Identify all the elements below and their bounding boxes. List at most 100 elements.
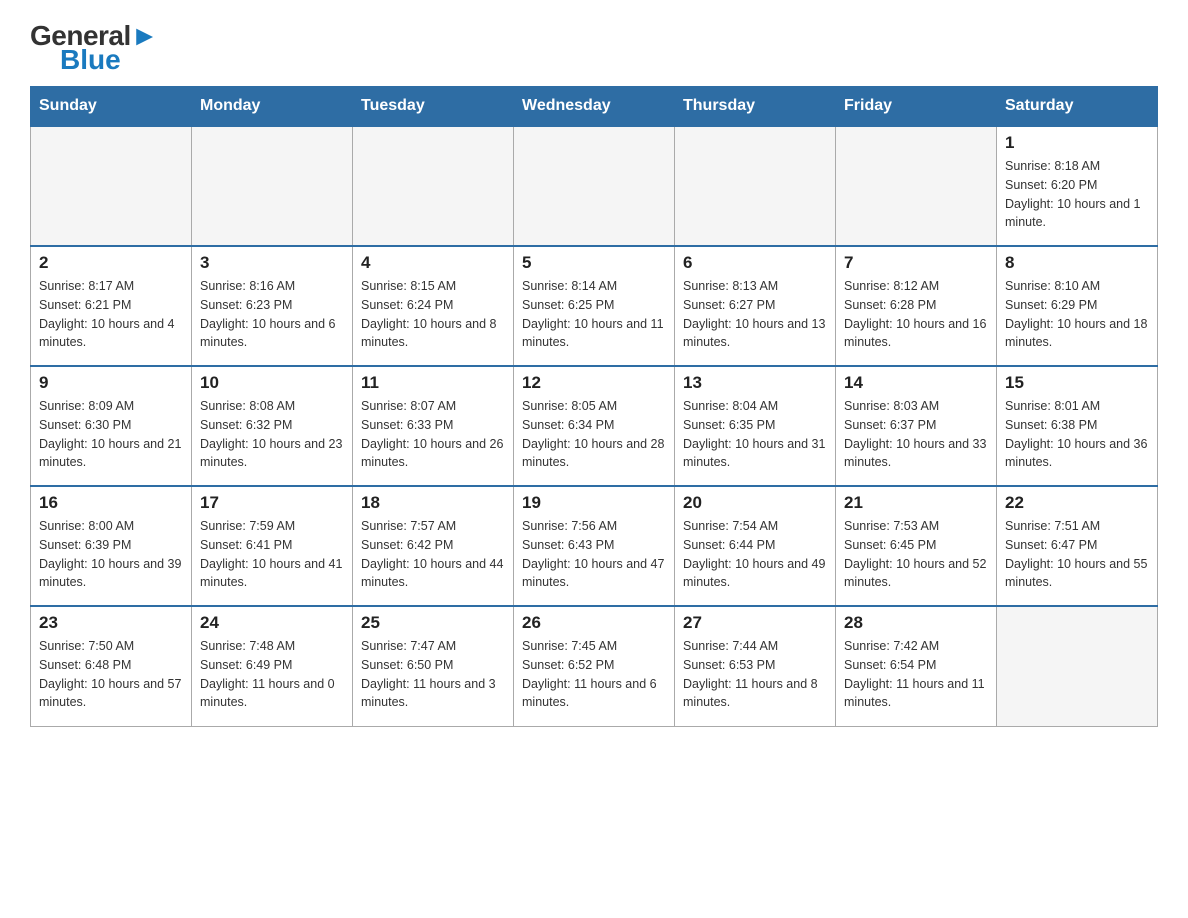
week-row-4: 16 Sunrise: 8:00 AMSunset: 6:39 PMDayligh… [31,486,1158,606]
day-info: Sunrise: 7:51 AMSunset: 6:47 PMDaylight:… [1005,517,1149,592]
day-number: 19 [522,493,666,513]
day-info: Sunrise: 8:12 AMSunset: 6:28 PMDaylight:… [844,277,988,352]
day-number: 20 [683,493,827,513]
calendar-cell: 24 Sunrise: 7:48 AMSunset: 6:49 PMDayligh… [192,606,353,726]
column-header-monday: Monday [192,87,353,127]
day-info: Sunrise: 8:10 AMSunset: 6:29 PMDaylight:… [1005,277,1149,352]
calendar-cell [31,126,192,246]
day-info: Sunrise: 7:50 AMSunset: 6:48 PMDaylight:… [39,637,183,712]
calendar-cell: 9 Sunrise: 8:09 AMSunset: 6:30 PMDaylight… [31,366,192,486]
column-header-friday: Friday [836,87,997,127]
day-info: Sunrise: 8:17 AMSunset: 6:21 PMDaylight:… [39,277,183,352]
calendar-cell: 11 Sunrise: 8:07 AMSunset: 6:33 PMDayligh… [353,366,514,486]
logo-blue-text: Blue [60,44,121,76]
calendar-cell [514,126,675,246]
day-number: 25 [361,613,505,633]
calendar-cell: 26Sunrise: 7:45 AMSunset: 6:52 PMDayligh… [514,606,675,726]
day-number: 14 [844,373,988,393]
day-info: Sunrise: 7:59 AMSunset: 6:41 PMDaylight:… [200,517,344,592]
day-number: 17 [200,493,344,513]
day-number: 2 [39,253,183,273]
day-info: Sunrise: 7:56 AMSunset: 6:43 PMDaylight:… [522,517,666,592]
day-info: Sunrise: 7:53 AMSunset: 6:45 PMDaylight:… [844,517,988,592]
day-info: Sunrise: 8:14 AMSunset: 6:25 PMDaylight:… [522,277,666,352]
calendar-cell: 20 Sunrise: 7:54 AMSunset: 6:44 PMDayligh… [675,486,836,606]
column-header-tuesday: Tuesday [353,87,514,127]
day-info: Sunrise: 8:09 AMSunset: 6:30 PMDaylight:… [39,397,183,472]
day-info: Sunrise: 8:07 AMSunset: 6:33 PMDaylight:… [361,397,505,472]
calendar-cell [353,126,514,246]
day-number: 5 [522,253,666,273]
day-info: Sunrise: 7:54 AMSunset: 6:44 PMDaylight:… [683,517,827,592]
day-number: 1 [1005,133,1149,153]
day-number: 28 [844,613,988,633]
calendar-cell: 14 Sunrise: 8:03 AMSunset: 6:37 PMDayligh… [836,366,997,486]
calendar-cell: 2 Sunrise: 8:17 AMSunset: 6:21 PMDaylight… [31,246,192,366]
day-number: 26 [522,613,666,633]
day-number: 23 [39,613,183,633]
calendar-cell: 3 Sunrise: 8:16 AMSunset: 6:23 PMDaylight… [192,246,353,366]
day-info: Sunrise: 8:15 AMSunset: 6:24 PMDaylight:… [361,277,505,352]
day-number: 24 [200,613,344,633]
day-number: 15 [1005,373,1149,393]
calendar-cell: 4 Sunrise: 8:15 AMSunset: 6:24 PMDaylight… [353,246,514,366]
day-info: Sunrise: 8:04 AMSunset: 6:35 PMDaylight:… [683,397,827,472]
day-info: Sunrise: 8:00 AMSunset: 6:39 PMDaylight:… [39,517,183,592]
calendar-cell: 28 Sunrise: 7:42 AMSunset: 6:54 PMDayligh… [836,606,997,726]
calendar-cell: 5 Sunrise: 8:14 AMSunset: 6:25 PMDaylight… [514,246,675,366]
column-header-wednesday: Wednesday [514,87,675,127]
calendar-cell: 7 Sunrise: 8:12 AMSunset: 6:28 PMDaylight… [836,246,997,366]
day-number: 11 [361,373,505,393]
column-header-thursday: Thursday [675,87,836,127]
day-number: 18 [361,493,505,513]
day-info: Sunrise: 7:44 AMSunset: 6:53 PMDaylight:… [683,637,827,712]
day-number: 6 [683,253,827,273]
day-info: Sunrise: 8:13 AMSunset: 6:27 PMDaylight:… [683,277,827,352]
calendar-cell: 6 Sunrise: 8:13 AMSunset: 6:27 PMDaylight… [675,246,836,366]
calendar-cell: 13 Sunrise: 8:04 AMSunset: 6:35 PMDayligh… [675,366,836,486]
day-number: 4 [361,253,505,273]
day-number: 13 [683,373,827,393]
calendar-cell: 8 Sunrise: 8:10 AMSunset: 6:29 PMDaylight… [997,246,1158,366]
calendar-cell [997,606,1158,726]
calendar-cell: 12 Sunrise: 8:05 AMSunset: 6:34 PMDayligh… [514,366,675,486]
day-number: 8 [1005,253,1149,273]
week-row-1: 1Sunrise: 8:18 AMSunset: 6:20 PMDaylight… [31,126,1158,246]
column-header-saturday: Saturday [997,87,1158,127]
column-header-sunday: Sunday [31,87,192,127]
calendar-cell: 1Sunrise: 8:18 AMSunset: 6:20 PMDaylight… [997,126,1158,246]
day-number: 9 [39,373,183,393]
day-info: Sunrise: 7:57 AMSunset: 6:42 PMDaylight:… [361,517,505,592]
day-number: 12 [522,373,666,393]
day-info: Sunrise: 7:48 AMSunset: 6:49 PMDaylight:… [200,637,344,712]
day-number: 27 [683,613,827,633]
day-info: Sunrise: 8:05 AMSunset: 6:34 PMDaylight:… [522,397,666,472]
calendar-cell: 16 Sunrise: 8:00 AMSunset: 6:39 PMDayligh… [31,486,192,606]
week-row-2: 2 Sunrise: 8:17 AMSunset: 6:21 PMDaylight… [31,246,1158,366]
calendar-cell [836,126,997,246]
calendar-cell: 17 Sunrise: 7:59 AMSunset: 6:41 PMDayligh… [192,486,353,606]
logo-arrow-icon: ► [131,20,158,51]
calendar-cell: 25 Sunrise: 7:47 AMSunset: 6:50 PMDayligh… [353,606,514,726]
page-header: General► Blue [30,20,1158,76]
calendar-cell: 21 Sunrise: 7:53 AMSunset: 6:45 PMDayligh… [836,486,997,606]
day-info: Sunrise: 8:03 AMSunset: 6:37 PMDaylight:… [844,397,988,472]
calendar-cell [192,126,353,246]
calendar-header-row: SundayMondayTuesdayWednesdayThursdayFrid… [31,87,1158,127]
day-number: 16 [39,493,183,513]
day-number: 10 [200,373,344,393]
day-info: Sunrise: 7:42 AMSunset: 6:54 PMDaylight:… [844,637,988,712]
day-number: 21 [844,493,988,513]
week-row-3: 9 Sunrise: 8:09 AMSunset: 6:30 PMDaylight… [31,366,1158,486]
day-info: Sunrise: 7:47 AMSunset: 6:50 PMDaylight:… [361,637,505,712]
calendar-cell: 18 Sunrise: 7:57 AMSunset: 6:42 PMDayligh… [353,486,514,606]
day-info: Sunrise: 8:08 AMSunset: 6:32 PMDaylight:… [200,397,344,472]
day-number: 7 [844,253,988,273]
day-info: Sunrise: 8:16 AMSunset: 6:23 PMDaylight:… [200,277,344,352]
day-number: 22 [1005,493,1149,513]
calendar-cell [675,126,836,246]
calendar-cell: 23 Sunrise: 7:50 AMSunset: 6:48 PMDayligh… [31,606,192,726]
week-row-5: 23 Sunrise: 7:50 AMSunset: 6:48 PMDayligh… [31,606,1158,726]
day-number: 3 [200,253,344,273]
calendar-cell: 27 Sunrise: 7:44 AMSunset: 6:53 PMDayligh… [675,606,836,726]
